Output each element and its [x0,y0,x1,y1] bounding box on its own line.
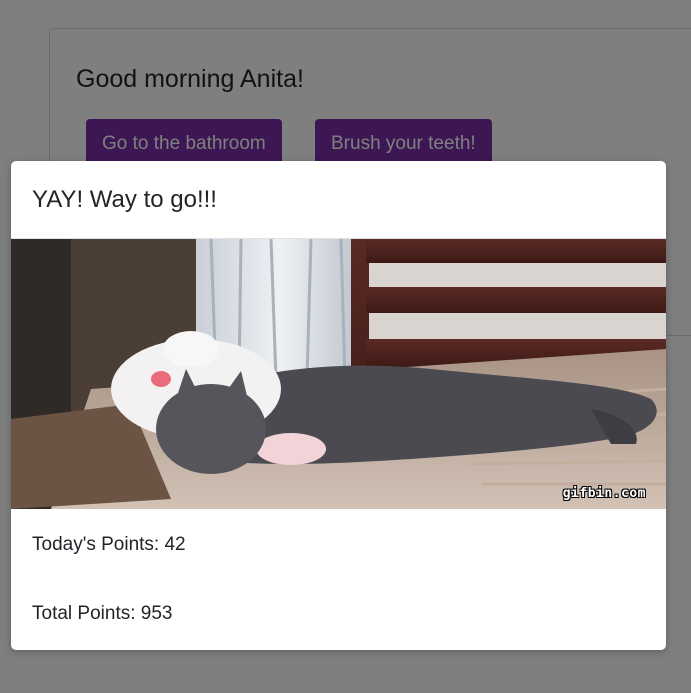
reward-modal: YAY! Way to go!!! gifbin.com Today's Poi… [11,161,666,650]
gif-watermark: gifbin.com [562,486,646,501]
modal-header: YAY! Way to go!!! [11,161,666,239]
cat-and-bunny-illustration [11,239,666,509]
page: Good morning Anita! Go to the bathroom B… [0,0,691,693]
total-points-text: Total Points: 953 [32,603,173,624]
modal-body: Today's Points: 42 Total Points: 953 [11,509,666,650]
reward-gif-image: gifbin.com [11,239,666,509]
todays-points-text: Today's Points: 42 [32,534,186,555]
modal-title: YAY! Way to go!!! [32,186,217,213]
